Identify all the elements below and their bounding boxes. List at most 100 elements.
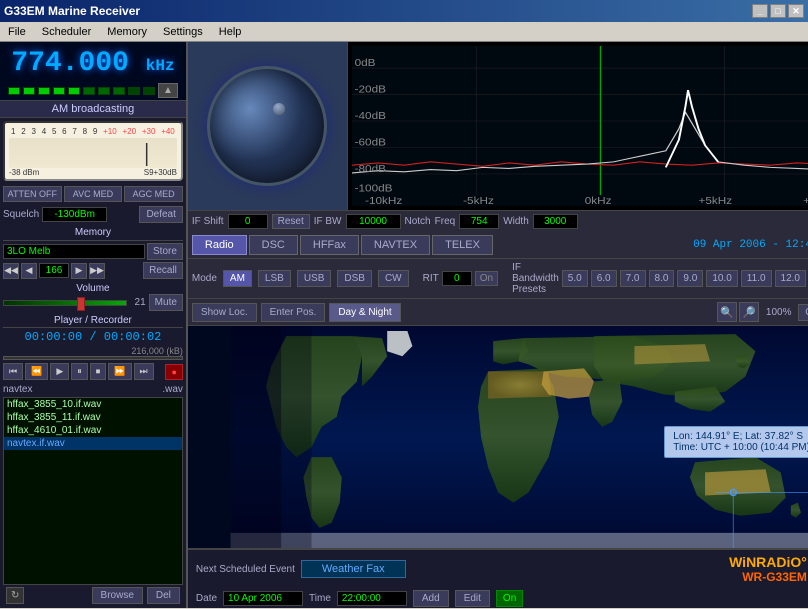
svg-text:0kHz: 0kHz [585,196,612,206]
rit-on-button[interactable]: On [475,271,498,286]
day-night-button[interactable]: Day & Night [329,303,400,322]
rit-input[interactable] [442,271,472,286]
recall-button[interactable]: Recall [143,262,183,279]
delete-button[interactable]: Del [147,587,180,604]
zoom-in-button[interactable]: 🔎 [739,302,759,322]
zoom-out-button[interactable]: 🔍 [717,302,737,322]
if-bw-input[interactable] [346,214,401,229]
volume-slider[interactable] [3,300,127,306]
notch-width-input[interactable] [533,214,578,229]
on-button[interactable]: On [496,590,523,607]
width-label: Width [503,216,529,227]
volume-thumb[interactable] [77,297,85,311]
pause-button[interactable]: ⏸ [71,363,88,380]
if-row: IF Shift Reset IF BW Notch Freq Width [188,210,808,232]
mode-usb-button[interactable]: USB [297,270,332,287]
menu-bar: File Scheduler Memory Settings Help [0,22,808,42]
tuner-knob[interactable] [207,66,327,186]
play-button[interactable]: ▶ [50,363,69,380]
if-shift-input[interactable] [228,214,268,229]
list-item[interactable]: hffax_4610_01.if.wav [4,424,182,437]
scroll-up-button[interactable]: ▲ [158,83,178,98]
menu-settings[interactable]: Settings [159,24,207,40]
tab-telex[interactable]: TELEX [432,235,493,255]
menu-scheduler[interactable]: Scheduler [38,24,96,40]
mem-prev-button[interactable]: ◀ [21,263,37,279]
mem-prev-prev-button[interactable]: ◀◀ [3,263,19,279]
play-back-button[interactable]: ⏪ [25,363,48,380]
bw-12-button[interactable]: 12.0 [775,270,806,287]
gps-setup-button[interactable]: GPS Setup ▼ [798,304,808,321]
left-panel: 774.000 kHz ▲ AM broadcasting 123 456 [0,42,188,608]
mute-button[interactable]: Mute [149,294,183,311]
scheduled-event-box: Weather Fax [301,560,406,578]
menu-file[interactable]: File [4,24,30,40]
tab-dsc[interactable]: DSC [249,235,298,255]
svg-text:-80dB: -80dB [355,164,386,175]
list-item[interactable]: hffax_3855_11.if.wav [4,411,182,424]
navtex-label: navtex [3,384,32,395]
tab-hffax[interactable]: HFFax [300,235,359,255]
enter-pos-button[interactable]: Enter Pos. [261,303,326,322]
agc-med-button[interactable]: AGC MED [124,186,183,202]
refresh-button[interactable]: ↻ [6,587,24,604]
menu-memory[interactable]: Memory [103,24,151,40]
play-forward-button[interactable]: ⏩ [108,363,131,380]
scheduled-label: Next Scheduled Event [196,564,295,575]
svg-text:+5kHz: +5kHz [698,196,732,206]
show-loc-button[interactable]: Show Loc. [192,303,257,322]
memory-num-row: ◀◀ ◀ 166 ▶ ▶▶ Recall [3,262,183,279]
mem-next-next-button[interactable]: ▶▶ [89,263,105,279]
smeter-container: 123 456 789 +10 +20 +30 +40 -38 dBm S9+3… [3,121,183,181]
player-controls: ⏮ ⏪ ▶ ⏸ ⏹ ⏩ ⏭ ● [3,363,183,380]
bw-11-button[interactable]: 11.0 [741,270,772,287]
avc-med-button[interactable]: AVC MED [64,186,123,202]
if-reset-button[interactable]: Reset [272,214,310,229]
bw-section: IF Bandwidth Presets 5.0 6.0 7.0 8.0 9.0… [512,262,808,295]
spectrum-display: 0dB -20dB -40dB -60dB -80dB -100dB -10kH… [352,46,808,206]
maximize-button[interactable]: □ [770,4,786,18]
signal-bar-9 [128,87,140,95]
play-skip-back-button[interactable]: ⏮ [3,363,23,380]
bw-8-button[interactable]: 8.0 [649,270,675,287]
stop-button[interactable]: ⏹ [90,363,107,380]
mem-next-button[interactable]: ▶ [71,263,87,279]
winradio-brand: WiNRADiO° WR-G33EM [729,554,807,584]
bw-5-button[interactable]: 5.0 [562,270,588,287]
browse-button[interactable]: Browse [92,587,143,604]
edit-button[interactable]: Edit [455,590,490,607]
mode-cw-button[interactable]: CW [378,270,409,287]
store-button[interactable]: Store [147,243,183,260]
minimize-button[interactable]: _ [752,4,768,18]
notch-freq-input[interactable] [459,214,499,229]
menu-help[interactable]: Help [215,24,246,40]
svg-text:-40dB: -40dB [355,111,386,122]
bw-9-button[interactable]: 9.0 [677,270,703,287]
record-button[interactable]: ● [165,364,182,380]
add-button[interactable]: Add [413,590,449,607]
tab-navtex[interactable]: NAVTEX [361,235,430,255]
atten-off-button[interactable]: ATTEN OFF [3,186,62,202]
smeter-s9-label: S9+30dB [144,168,177,177]
list-item[interactable]: hffax_3855_10.if.wav [4,398,182,411]
squelch-row: Squelch Defeat [0,204,186,225]
squelch-input[interactable] [42,207,107,222]
date-time-row: Date Time Add Edit On [188,588,808,609]
tabs-row: Radio DSC HFFax NAVTEX TELEX 09 Apr 2006… [188,232,808,259]
if-bw-label: IF BW [314,216,342,227]
tab-radio[interactable]: Radio [192,235,247,255]
date-input[interactable] [223,591,303,606]
defeat-button[interactable]: Defeat [139,206,182,223]
close-button[interactable]: ✕ [788,4,804,18]
list-item-selected[interactable]: navtex.if.wav [4,437,182,450]
memory-name-input[interactable] [3,244,145,259]
signal-bar-2 [23,87,35,95]
bw-6-button[interactable]: 6.0 [591,270,617,287]
play-skip-forward-button[interactable]: ⏭ [134,363,154,380]
time-input[interactable] [337,591,407,606]
bw-7-button[interactable]: 7.0 [620,270,646,287]
mode-lsb-button[interactable]: LSB [258,270,291,287]
mode-dsb-button[interactable]: DSB [337,270,372,287]
mode-am-button[interactable]: AM [223,270,252,287]
bw-10-button[interactable]: 10.0 [706,270,737,287]
